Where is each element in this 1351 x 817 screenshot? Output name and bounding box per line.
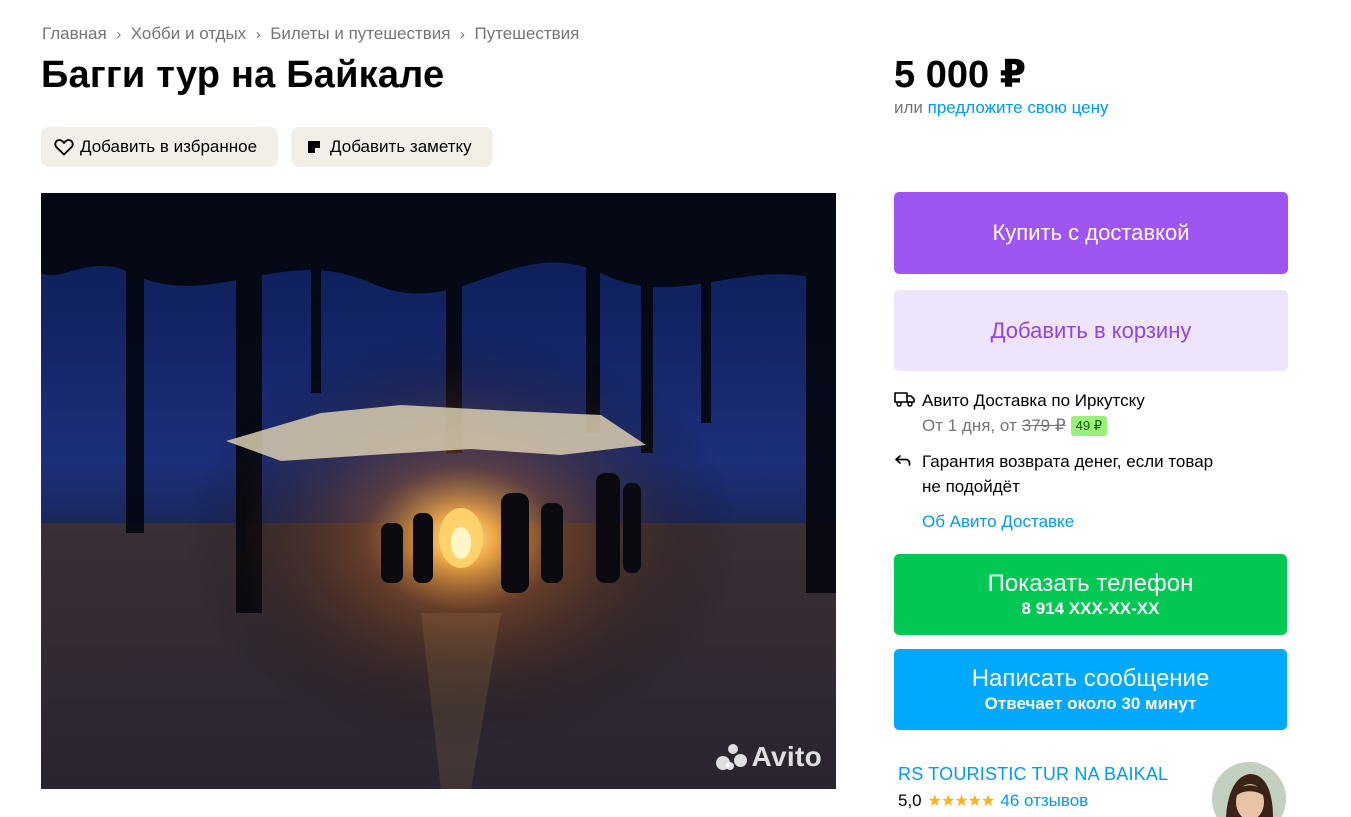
price: 5 000 ₽ <box>894 54 1027 96</box>
breadcrumb-hobby[interactable]: Хобби и отдых <box>131 24 246 44</box>
listing-photo[interactable]: Avito <box>41 193 836 789</box>
delivery-title: Авито Доставка по Иркутску <box>922 391 1145 410</box>
delivery-old-price: 379 ₽ <box>1021 416 1066 435</box>
reviews-link[interactable]: 46 отзывов <box>1000 791 1088 811</box>
write-message-button[interactable]: Написать сообщение Отвечает около 30 мин… <box>894 649 1287 730</box>
avito-watermark: Avito <box>714 741 822 773</box>
avito-logo-icon <box>714 742 748 772</box>
breadcrumb-separator: › <box>116 25 122 43</box>
buy-with-delivery-label: Купить с доставкой <box>992 220 1190 245</box>
avito-watermark-text: Avito <box>751 741 822 772</box>
buy-with-delivery-button[interactable]: Купить с доставкой <box>894 192 1288 274</box>
show-phone-button[interactable]: Показать телефон 8 914 XXX-XX-XX <box>894 554 1287 635</box>
page-title: Багги тур на Байкале <box>41 54 445 96</box>
price-offer: или предложите свою цену <box>894 98 1108 118</box>
breadcrumb-home[interactable]: Главная <box>42 24 107 44</box>
guarantee-text: Гарантия возврата денег, если товар не п… <box>922 449 1213 499</box>
breadcrumb-separator: › <box>255 25 261 43</box>
delivery-terms: От 1 дня, от 379 ₽ 49 ₽ <box>922 413 1288 438</box>
guarantee-line-2: не подойдёт <box>922 477 1020 496</box>
breadcrumb-tickets[interactable]: Билеты и путешествия <box>270 24 450 44</box>
delivery-new-price-badge: 49 ₽ <box>1070 415 1107 436</box>
truck-icon <box>894 388 922 410</box>
add-to-cart-button[interactable]: Добавить в корзину <box>894 290 1288 371</box>
add-note-label: Добавить заметку <box>330 137 472 156</box>
rating-value: 5,0 <box>898 791 922 810</box>
heart-icon <box>54 137 74 157</box>
write-message-label: Написать сообщение <box>971 664 1210 692</box>
note-icon <box>304 137 324 157</box>
rating-stars: ★★★★★ <box>927 793 996 810</box>
add-to-favorites-button[interactable]: Добавить в избранное <box>41 127 279 167</box>
show-phone-label: Показать телефон <box>987 569 1194 597</box>
campfire-night-image <box>41 193 836 789</box>
delivery-info: Авито Доставка по Иркутску От 1 дня, от … <box>894 388 1288 534</box>
breadcrumb-separator: › <box>459 25 465 43</box>
add-note-button[interactable]: Добавить заметку <box>291 127 493 167</box>
delivery-terms-text: От 1 дня, от <box>922 416 1017 435</box>
return-arrow-icon <box>894 449 922 471</box>
phone-number-masked: 8 914 XXX-XX-XX <box>1021 598 1160 618</box>
offer-price-link[interactable]: предложите свою цену <box>928 98 1109 117</box>
offer-prefix: или <box>894 98 928 117</box>
breadcrumb-travel[interactable]: Путешествия <box>474 24 579 44</box>
response-time: Отвечает около 30 минут <box>984 693 1197 713</box>
listing-actions: Добавить в избранное Добавить заметку <box>41 127 493 167</box>
add-to-cart-label: Добавить в корзину <box>990 317 1192 343</box>
breadcrumb: Главная › Хобби и отдых › Билеты и путеш… <box>42 24 579 44</box>
add-to-favorites-label: Добавить в избранное <box>80 137 258 156</box>
guarantee-line-1: Гарантия возврата денег, если товар <box>922 452 1214 471</box>
about-avito-delivery-link[interactable]: Об Авито Доставке <box>922 509 1288 534</box>
